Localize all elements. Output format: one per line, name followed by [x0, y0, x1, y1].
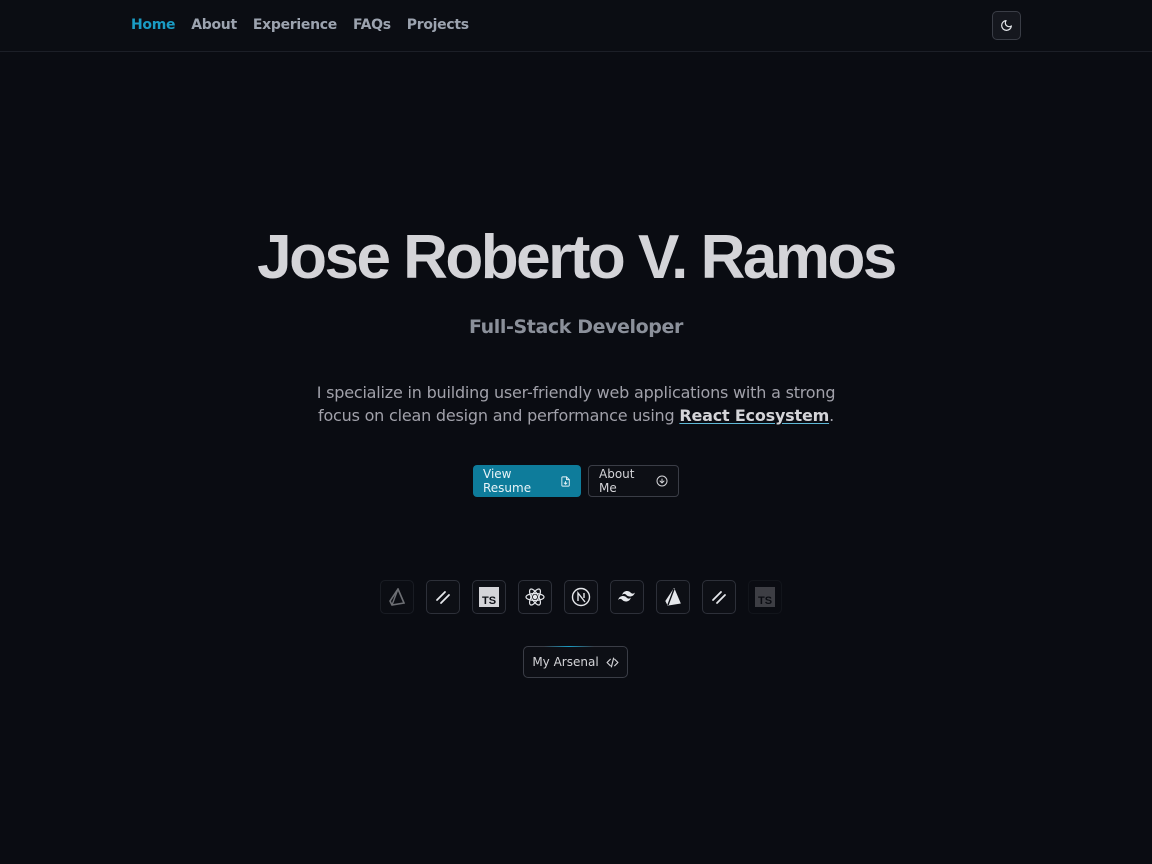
- tech-item: [610, 580, 644, 614]
- nav-link-home[interactable]: Home: [131, 17, 176, 33]
- tech-item: [656, 580, 690, 614]
- hero-role: Full-Stack Developer: [469, 316, 683, 338]
- hero-description: I specialize in building user-friendly w…: [300, 381, 852, 427]
- moon-icon: [1001, 20, 1012, 31]
- svg-text:TS: TS: [482, 595, 496, 607]
- turborepo-icon: [436, 591, 450, 604]
- svg-text:TS: TS: [758, 595, 772, 607]
- view-resume-button[interactable]: View Resume: [473, 465, 581, 497]
- my-arsenal-label: My Arsenal: [532, 655, 599, 669]
- nav-link-projects[interactable]: Projects: [407, 17, 469, 33]
- turborepo-icon: [712, 591, 726, 604]
- nav-link-faqs[interactable]: FAQs: [353, 17, 391, 33]
- about-me-button[interactable]: About Me: [588, 465, 679, 497]
- nav-link-experience[interactable]: Experience: [253, 17, 337, 33]
- top-nav: Home About Experience FAQs Projects: [0, 0, 1152, 52]
- hero-buttons: View Resume About Me: [473, 465, 679, 497]
- arrow-down-circle-icon: [656, 475, 668, 487]
- nextjs-icon: [571, 587, 591, 607]
- nav-links: Home About Experience FAQs Projects: [131, 17, 485, 33]
- prisma-icon: [389, 588, 405, 606]
- my-arsenal-button[interactable]: My Arsenal: [523, 646, 628, 678]
- prisma-icon: [665, 588, 681, 606]
- tech-item: TS: [472, 580, 506, 614]
- tailwind-icon: [618, 591, 635, 602]
- nav-link-about[interactable]: About: [191, 17, 237, 33]
- theme-toggle-button[interactable]: [992, 11, 1021, 40]
- react-icon: [525, 588, 545, 606]
- view-resume-label: View Resume: [483, 467, 532, 495]
- tech-item: [426, 580, 460, 614]
- file-icon: [561, 475, 570, 487]
- code-icon: [606, 657, 619, 667]
- hero-desc-end: .: [829, 406, 834, 425]
- tech-item: [564, 580, 598, 614]
- typescript-icon: TS: [479, 587, 499, 607]
- typescript-icon: TS: [755, 587, 775, 607]
- tech-item: TS: [748, 580, 782, 614]
- hero-name: Jose Roberto V. Ramos: [257, 223, 897, 292]
- tech-item: [380, 580, 414, 614]
- about-me-label: About Me: [599, 467, 635, 495]
- react-ecosystem-link[interactable]: React Ecosystem: [679, 406, 829, 425]
- tech-item: [518, 580, 552, 614]
- tech-item: [702, 580, 736, 614]
- tech-stack-carousel: TS TS: [380, 580, 782, 614]
